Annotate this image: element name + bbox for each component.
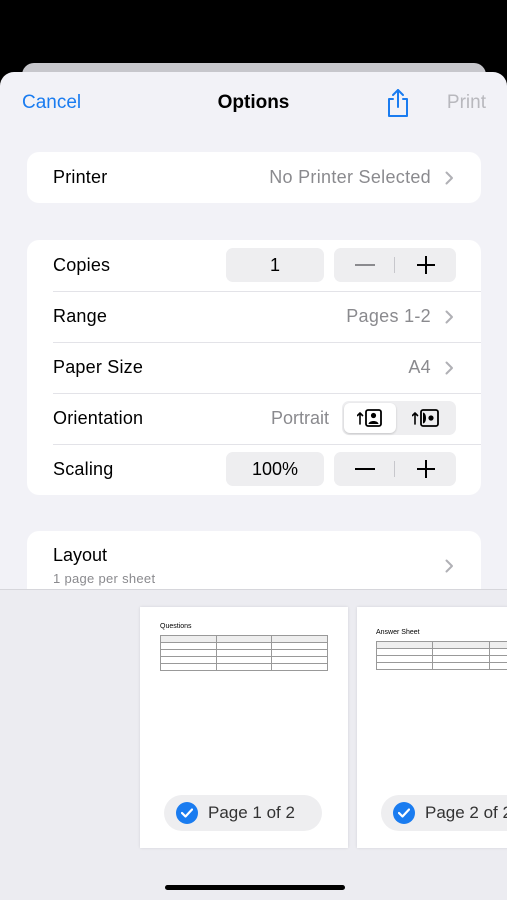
scaling-field[interactable]: 100% (226, 452, 324, 486)
paper-size-label: Paper Size (53, 357, 144, 377)
printer-label: Printer (53, 167, 108, 187)
scaling-label: Scaling (53, 459, 114, 479)
home-indicator[interactable] (165, 885, 345, 890)
page-preview-1[interactable]: Questions Page 1 of 2 (140, 607, 348, 848)
page-1-selection-pill[interactable]: Page 1 of 2 (164, 795, 322, 831)
paper-size-row[interactable]: Paper Size A4 (27, 342, 481, 393)
settings-group: Copies 1 Range Pages 1-2 Paper Size A4 O… (27, 240, 481, 495)
copies-label: Copies (53, 255, 111, 275)
portrait-option[interactable] (344, 403, 396, 433)
scaling-row: Scaling 100% (27, 444, 481, 495)
chevron-right-icon (445, 559, 453, 573)
print-options-sheet: Cancel Options Print Printer No Printer … (0, 72, 507, 900)
range-row[interactable]: Range Pages 1-2 (27, 291, 481, 342)
landscape-option[interactable] (400, 403, 452, 433)
copies-increment-button[interactable] (395, 248, 456, 282)
preview-doc-title: Answer Sheet (376, 629, 420, 636)
portrait-icon (357, 409, 382, 427)
range-label: Range (53, 306, 108, 326)
page-title: Options (217, 92, 290, 113)
copies-decrement-button[interactable] (334, 248, 395, 282)
page-preview-2[interactable]: Answer Sheet Page 2 of 2 (357, 607, 507, 848)
nav-bar: Cancel Options Print (0, 72, 507, 136)
layout-sublabel: 1 page per sheet (53, 571, 156, 586)
page-preview-strip: Questions Page 1 of 2 Answer Sheet Page … (0, 589, 507, 900)
orientation-segmented-control (342, 401, 456, 435)
copies-row: Copies 1 (27, 240, 481, 291)
page-2-label: Page 2 of 2 (425, 803, 507, 822)
chevron-right-icon (445, 171, 453, 185)
layout-label: Layout (53, 545, 108, 565)
chevron-right-icon (445, 361, 453, 375)
checkmark-icon (393, 802, 415, 824)
chevron-right-icon (445, 310, 453, 324)
scaling-increment-button[interactable] (395, 452, 456, 486)
page-1-label: Page 1 of 2 (208, 803, 295, 822)
copies-field[interactable]: 1 (226, 248, 324, 282)
landscape-icon (412, 409, 439, 427)
share-icon[interactable] (384, 88, 412, 118)
orientation-row: Orientation Portrait (27, 393, 481, 444)
preview-mini-table (375, 641, 507, 670)
orientation-value: Portrait (270, 408, 329, 428)
printer-group: Printer No Printer Selected (27, 152, 481, 203)
preview-mini-table (160, 635, 328, 671)
orientation-label: Orientation (53, 408, 144, 428)
page-2-selection-pill[interactable]: Page 2 of 2 (381, 795, 507, 831)
print-button[interactable]: Print (447, 92, 486, 114)
scaling-stepper (334, 452, 456, 486)
range-value: Pages 1-2 (346, 306, 431, 326)
printer-row[interactable]: Printer No Printer Selected (27, 152, 481, 203)
paper-size-value: A4 (408, 357, 431, 377)
copies-stepper (334, 248, 456, 282)
preview-doc-title: Questions (160, 623, 192, 630)
printer-value: No Printer Selected (269, 167, 431, 187)
checkmark-icon (176, 802, 198, 824)
scaling-decrement-button[interactable] (334, 452, 395, 486)
